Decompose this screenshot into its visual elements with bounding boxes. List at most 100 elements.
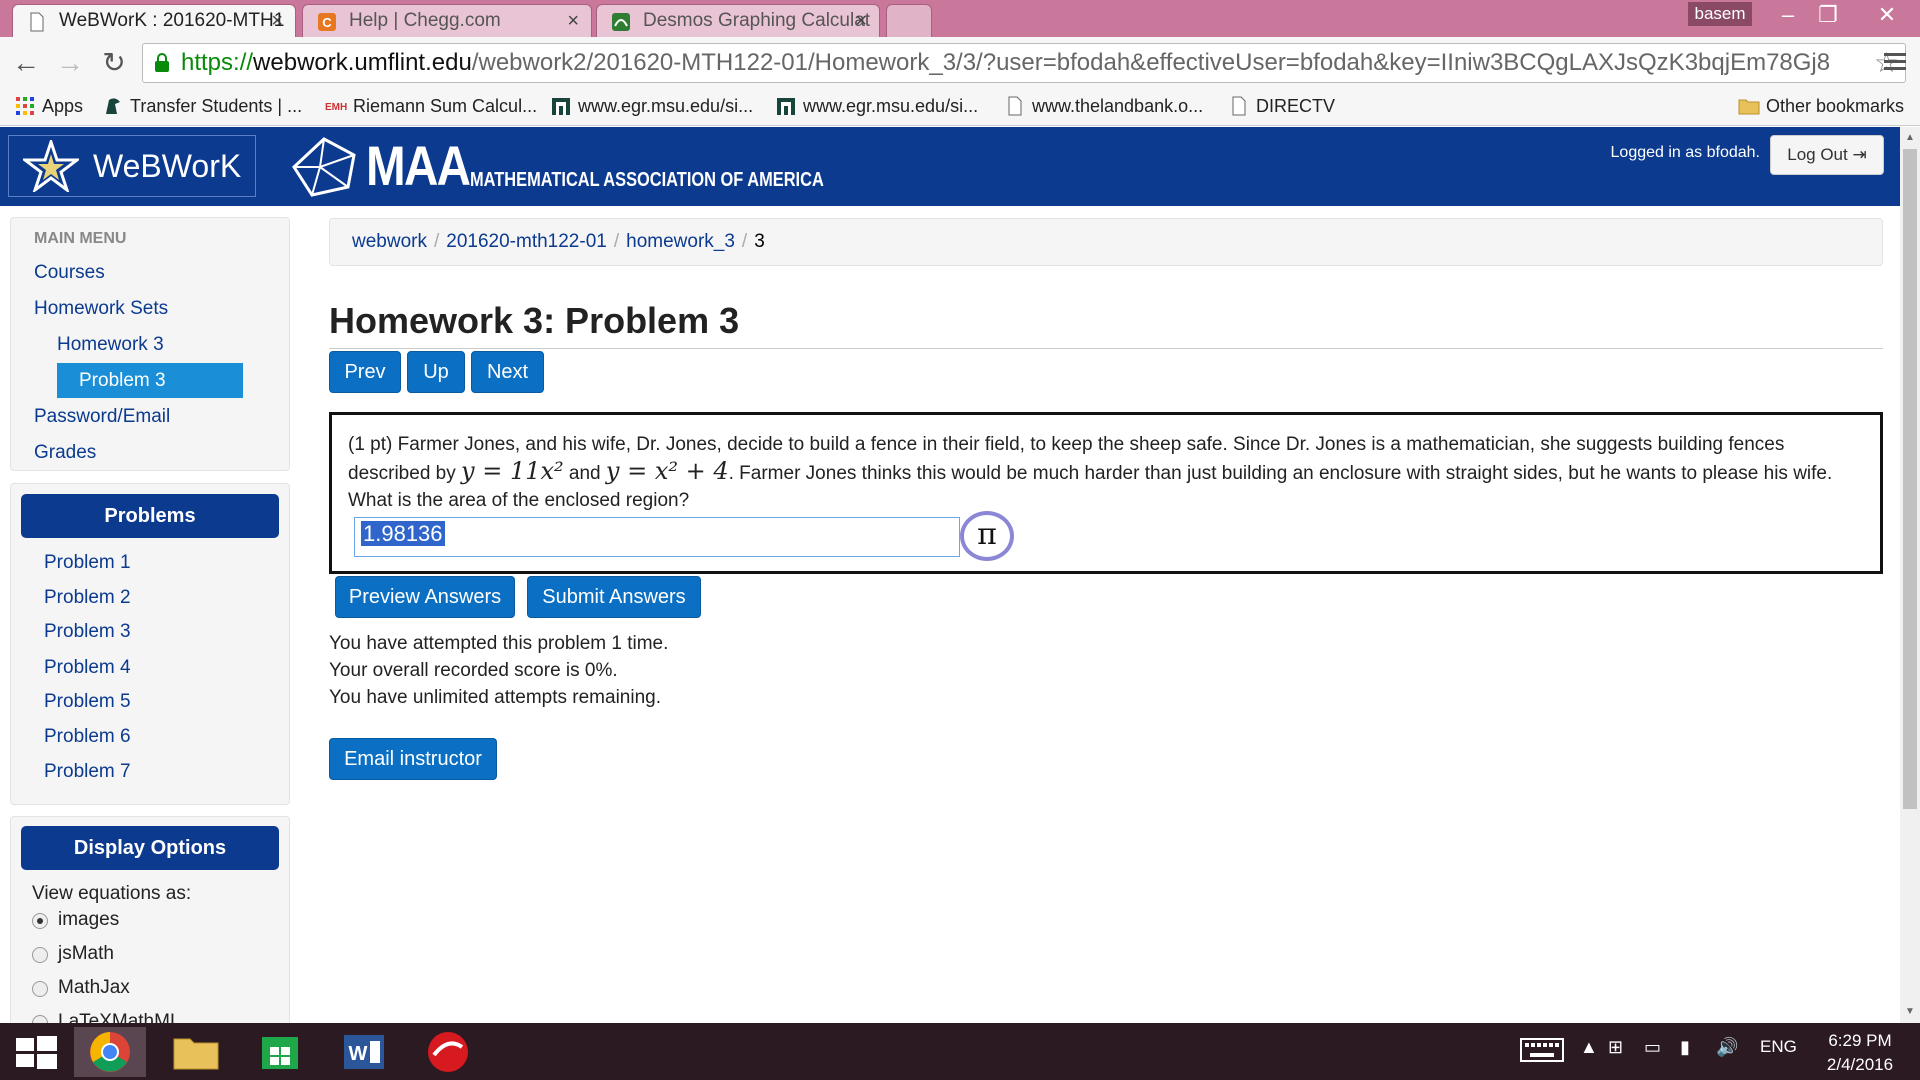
close-icon[interactable]: × bbox=[855, 5, 867, 37]
reload-icon[interactable]: ↻ bbox=[96, 45, 132, 81]
bookmarks-bar: Apps Transfer Students | ... EMH Riemann… bbox=[0, 88, 1920, 126]
answer-value: 1.98136 bbox=[361, 521, 445, 546]
email-instructor-button[interactable]: Email instructor bbox=[329, 738, 497, 780]
chrome-icon[interactable] bbox=[74, 1027, 146, 1077]
new-tab-button[interactable] bbox=[886, 4, 932, 37]
svg-text:C: C bbox=[322, 15, 332, 30]
radio-dot[interactable] bbox=[32, 913, 48, 929]
url-path: /webwork2/201620-MTH122-01/Homework_3/3/… bbox=[471, 49, 1831, 76]
logout-button[interactable]: Log Out ⇥ bbox=[1770, 135, 1884, 175]
address-bar[interactable]: https://webwork.umflint.edu/webwork2/201… bbox=[142, 43, 1906, 83]
problem-link[interactable]: Problem 7 bbox=[44, 761, 131, 783]
breadcrumb-homework[interactable]: homework_3 bbox=[626, 231, 735, 252]
windows-start-icon[interactable] bbox=[0, 1027, 72, 1077]
breadcrumb-course[interactable]: 201620-mth122-01 bbox=[446, 231, 607, 252]
up-button[interactable]: Up bbox=[407, 351, 465, 393]
battery-icon[interactable]: ▮ bbox=[1680, 1037, 1690, 1058]
breadcrumb-separator: / bbox=[433, 231, 440, 252]
bookmark-directv[interactable]: DIRECTV bbox=[1228, 94, 1335, 118]
radio-dot[interactable] bbox=[32, 981, 48, 997]
back-arrow-icon[interactable]: ← bbox=[8, 45, 44, 81]
problem-link[interactable]: Problem 3 bbox=[44, 621, 131, 643]
attempts-text: You have attempted this problem 1 time. bbox=[329, 633, 669, 654]
show-hidden-icons-icon[interactable]: ▲ bbox=[1580, 1037, 1598, 1058]
close-icon[interactable]: × bbox=[271, 5, 283, 37]
radio-label: images bbox=[58, 909, 120, 930]
word-icon[interactable]: W bbox=[328, 1027, 400, 1077]
bookmark-label: DIRECTV bbox=[1256, 96, 1336, 116]
menu-password-email[interactable]: Password/Email bbox=[34, 406, 170, 428]
menu-homework-3[interactable]: Homework 3 bbox=[57, 334, 164, 356]
other-bookmarks[interactable]: Other bookmarks bbox=[1738, 94, 1904, 118]
windows-flag-tray-icon[interactable]: ⊞ bbox=[1608, 1037, 1623, 1058]
problem-link[interactable]: Problem 6 bbox=[44, 726, 131, 748]
scroll-down-arrow-icon[interactable]: ▼ bbox=[1900, 1003, 1920, 1021]
menu-homework-sets[interactable]: Homework Sets bbox=[34, 298, 168, 320]
desmos-icon bbox=[612, 13, 630, 31]
trend-micro-icon[interactable] bbox=[412, 1027, 484, 1077]
menu-grades[interactable]: Grades bbox=[34, 442, 96, 464]
restore-icon[interactable]: ❐ bbox=[1808, 0, 1848, 30]
close-icon[interactable]: × bbox=[567, 5, 579, 37]
bookmark-transfer[interactable]: Transfer Students | ... bbox=[102, 94, 302, 118]
title-divider bbox=[329, 348, 1883, 349]
maa-polyhedron-icon bbox=[292, 137, 356, 197]
tab-title: WeBWorK : 201620-MTH1 bbox=[59, 10, 285, 31]
bookmark-apps[interactable]: Apps bbox=[14, 94, 83, 118]
apps-grid-icon bbox=[16, 97, 34, 115]
scroll-thumb[interactable] bbox=[1903, 149, 1917, 809]
bookmark-label: Apps bbox=[42, 96, 84, 116]
page-scrollbar[interactable]: ▲ ▼ bbox=[1900, 127, 1920, 1023]
emathhelp-icon: EMH bbox=[325, 102, 347, 113]
answer-input[interactable]: 1.98136 bbox=[354, 517, 960, 557]
bookmark-egr-1[interactable]: www.egr.msu.edu/si... bbox=[550, 94, 753, 118]
volume-icon[interactable]: 🔊 bbox=[1716, 1037, 1738, 1058]
breadcrumb-webwork[interactable]: webwork bbox=[352, 231, 427, 252]
network-icon[interactable]: ▭ bbox=[1644, 1037, 1661, 1058]
keyboard-icon[interactable] bbox=[1520, 1035, 1564, 1065]
close-window-icon[interactable]: ✕ bbox=[1862, 0, 1912, 30]
pi-icon[interactable]: π bbox=[960, 511, 1014, 561]
menu-courses[interactable]: Courses bbox=[34, 262, 105, 284]
preview-answers-button[interactable]: Preview Answers bbox=[335, 576, 515, 618]
tab-desmos[interactable]: Desmos Graphing Calculat × bbox=[596, 4, 880, 37]
windows-taskbar: W ▲ ⊞ ▭ ▮ 🔊 ENG 6:29 PM 2/4/2016 bbox=[0, 1023, 1920, 1080]
forward-arrow-icon[interactable]: → bbox=[52, 45, 88, 81]
msu-building-icon bbox=[777, 98, 795, 115]
scroll-up-arrow-icon[interactable]: ▲ bbox=[1900, 129, 1920, 147]
score-text: Your overall recorded score is 0%. bbox=[329, 660, 618, 681]
radio-images[interactable]: images bbox=[32, 909, 119, 931]
page-icon bbox=[30, 12, 44, 32]
bookmark-riemann[interactable]: EMH Riemann Sum Calcul... bbox=[325, 94, 537, 118]
problem-link[interactable]: Problem 5 bbox=[44, 691, 131, 713]
store-icon[interactable] bbox=[244, 1027, 316, 1077]
clock[interactable]: 6:29 PM 2/4/2016 bbox=[1810, 1029, 1910, 1077]
problem-link[interactable]: Problem 1 bbox=[44, 552, 131, 574]
equation-1: y = 11x² bbox=[461, 457, 564, 485]
radio-dot[interactable] bbox=[32, 947, 48, 963]
problem-link[interactable]: Problem 2 bbox=[44, 587, 131, 609]
submit-answers-button[interactable]: Submit Answers bbox=[527, 576, 701, 618]
bookmark-label: www.egr.msu.edu/si... bbox=[578, 96, 754, 116]
profile-badge[interactable]: basem bbox=[1688, 2, 1752, 26]
tab-webwork[interactable]: WeBWorK : 201620-MTH1 × bbox=[12, 4, 296, 38]
minimize-icon[interactable]: – bbox=[1768, 0, 1808, 30]
language-indicator[interactable]: ENG bbox=[1760, 1037, 1797, 1057]
file-explorer-icon[interactable] bbox=[160, 1027, 232, 1077]
url-host: webwork.umflint.edu bbox=[253, 49, 472, 76]
bookmark-label: Other bookmarks bbox=[1766, 96, 1905, 116]
equation-2: y = x² + 4 bbox=[605, 457, 729, 485]
bookmark-landbank[interactable]: www.thelandbank.o... bbox=[1004, 94, 1203, 118]
hamburger-menu-icon[interactable] bbox=[1882, 49, 1908, 75]
problem-link[interactable]: Problem 4 bbox=[44, 657, 131, 679]
radio-jsmath[interactable]: jsMath bbox=[32, 943, 114, 965]
webwork-logo[interactable]: WeBWorK bbox=[8, 135, 256, 197]
bookmark-egr-2[interactable]: www.egr.msu.edu/si... bbox=[775, 94, 978, 118]
radio-mathjax[interactable]: MathJax bbox=[32, 977, 130, 999]
radio-label: jsMath bbox=[58, 943, 114, 964]
svg-text:W: W bbox=[349, 1043, 368, 1065]
next-button[interactable]: Next bbox=[471, 351, 544, 393]
tab-chegg[interactable]: C Help | Chegg.com × bbox=[302, 4, 592, 37]
menu-problem-3[interactable]: Problem 3 bbox=[57, 363, 243, 398]
prev-button[interactable]: Prev bbox=[329, 351, 401, 393]
